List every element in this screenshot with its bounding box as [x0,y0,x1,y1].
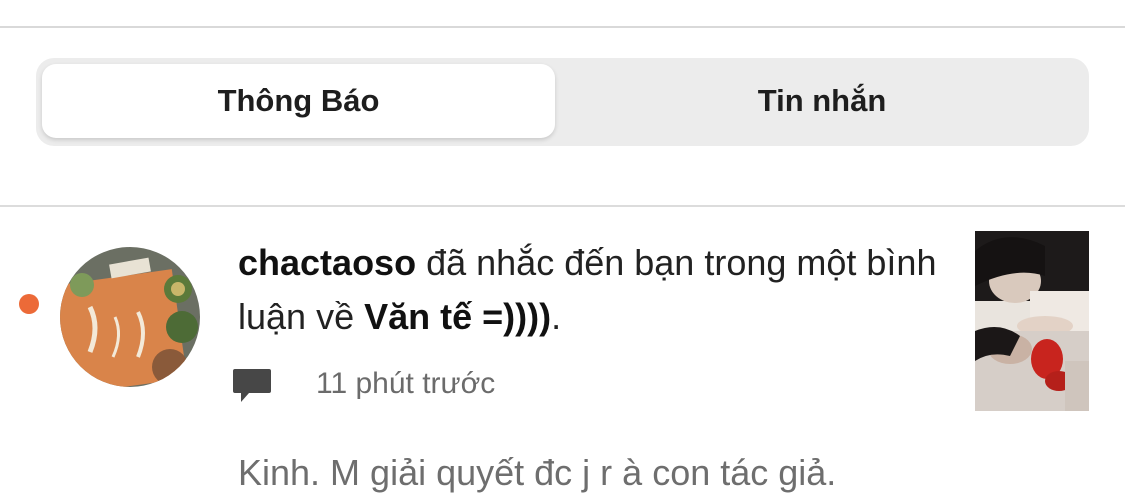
story-thumbnail[interactable] [975,231,1089,411]
notification-end: . [551,296,562,337]
speech-bubble-icon [232,367,272,405]
avatar-image [60,247,200,387]
comment-preview[interactable]: Kinh. M giải quyết đc j r à con tác giả. [238,448,836,498]
username[interactable]: chactaoso [238,242,416,283]
tab-bar: Thông Báo Tin nhắn [36,58,1089,146]
tab-notifications[interactable]: Thông Báo [42,64,555,138]
story-cover-image [975,231,1089,411]
timestamp: 11 phút trước [316,367,496,400]
story-title[interactable]: Văn tế =)))) [364,296,551,337]
notification-message[interactable]: chactaoso đã nhắc đến bạn trong một bình… [238,236,938,344]
tab-messages[interactable]: Tin nhắn [555,64,1089,138]
header-divider [0,0,1125,28]
unread-indicator [19,294,39,314]
section-divider [0,205,1125,207]
avatar[interactable] [60,247,200,387]
